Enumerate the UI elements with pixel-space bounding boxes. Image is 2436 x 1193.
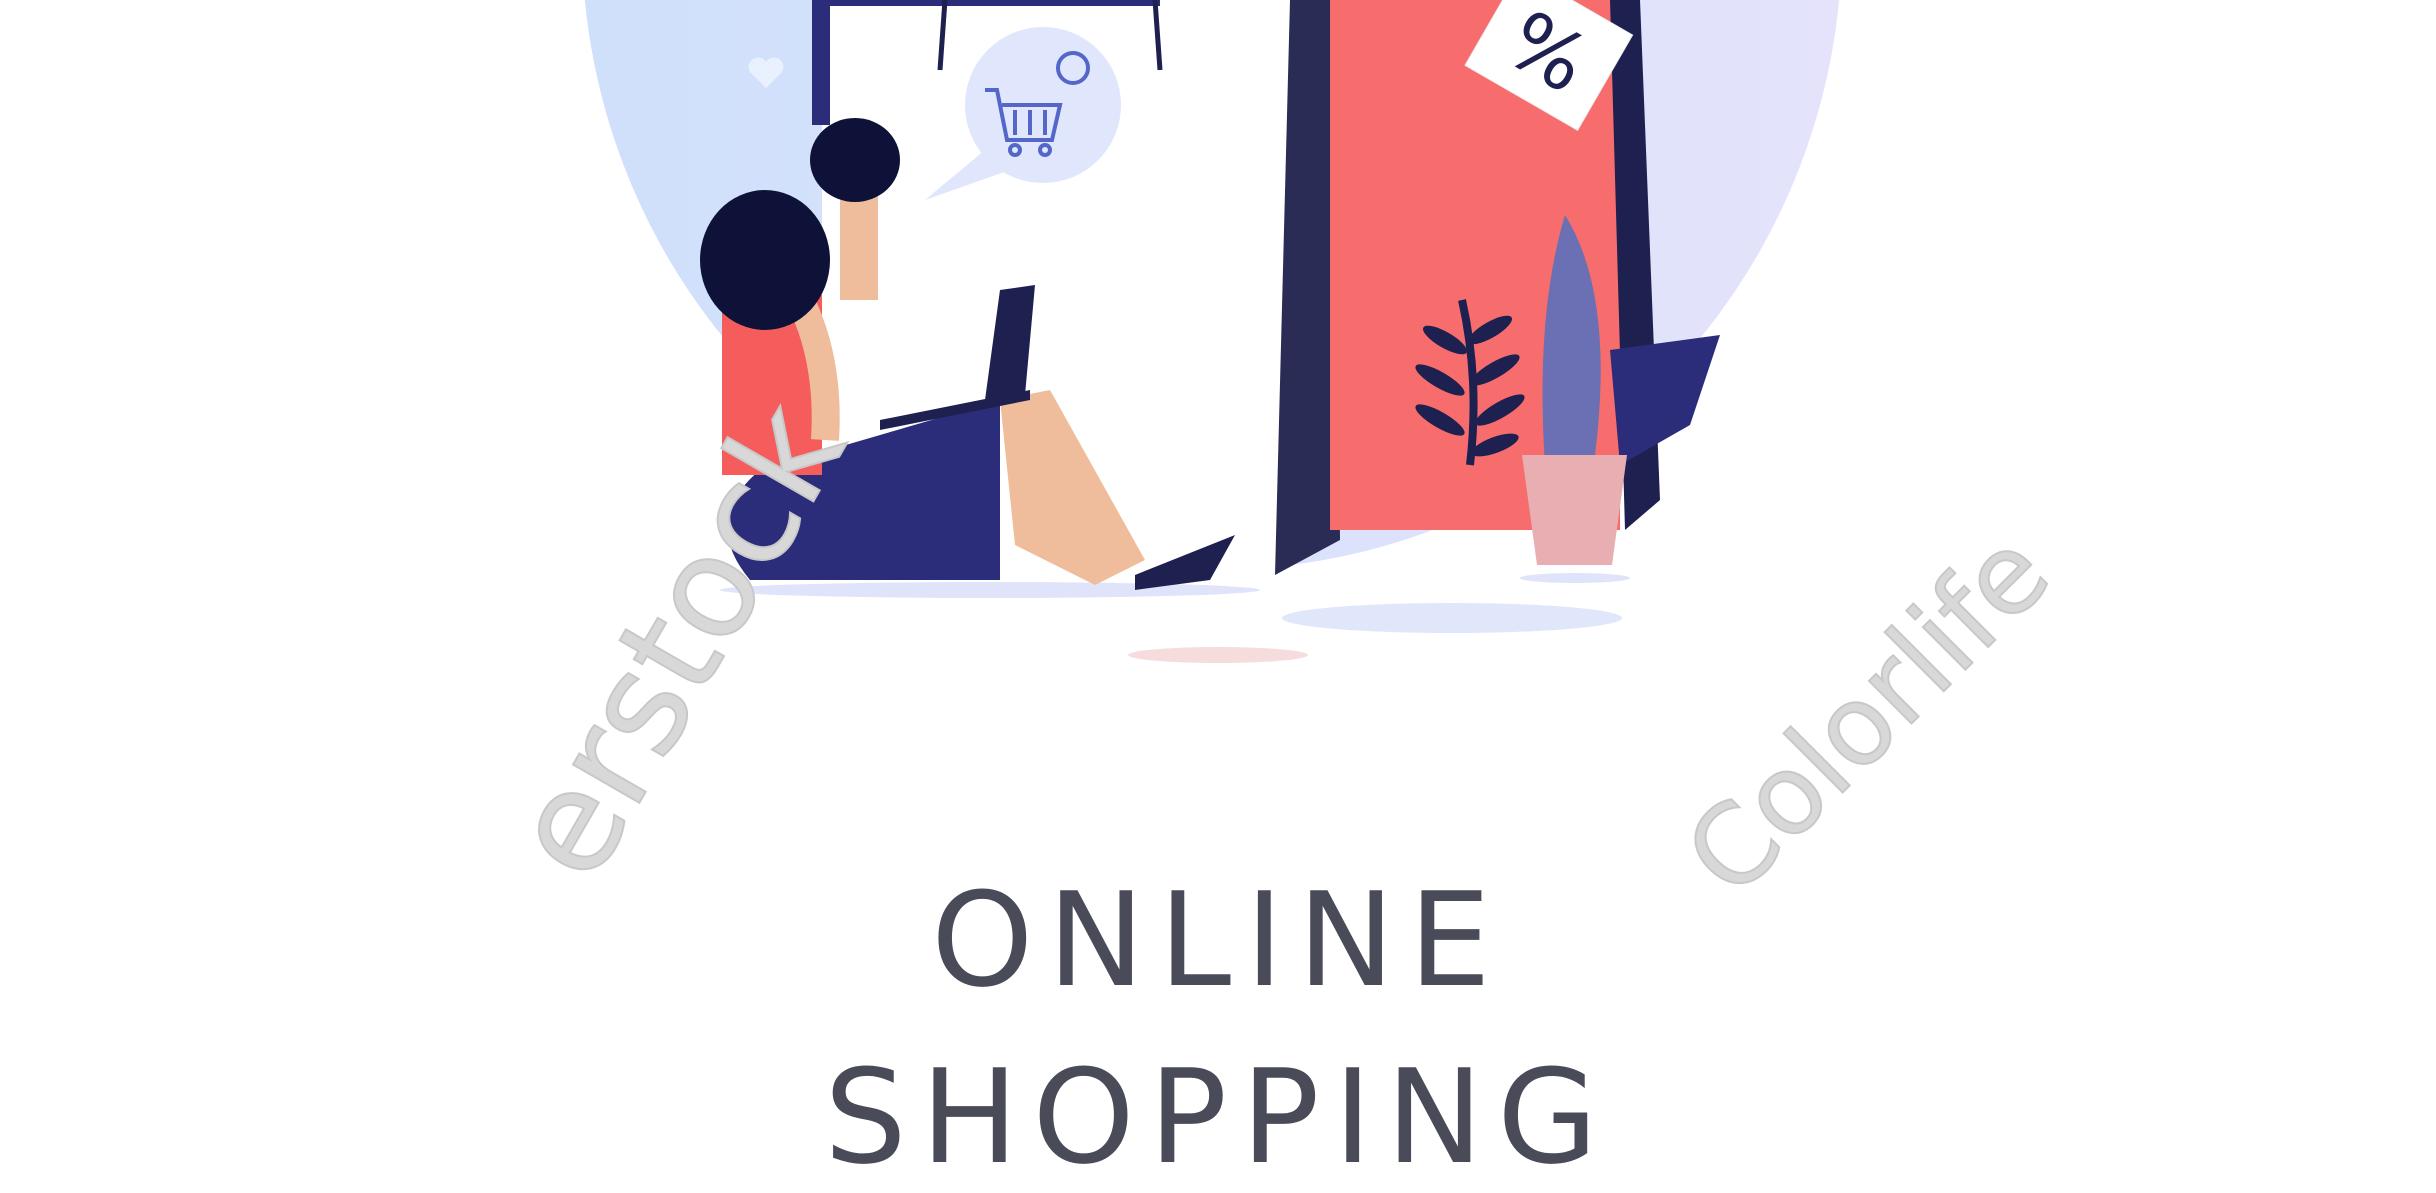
floor-shadow [1282, 603, 1622, 633]
floor-shadow-pink [1128, 647, 1308, 663]
window-frame [812, 0, 830, 125]
headline-line-1: ONLINE [931, 864, 1505, 1016]
headline-line-2: SHOPPING [824, 1041, 1612, 1193]
window-frame-top [830, 0, 1160, 6]
